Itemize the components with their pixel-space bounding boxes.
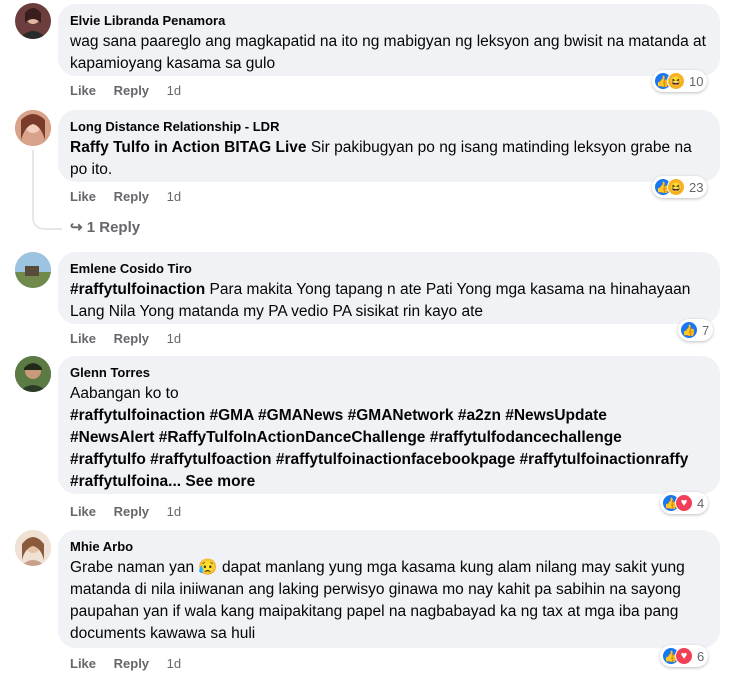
comment-actions: Like Reply 1d xyxy=(70,189,195,204)
comment-bubble: Emlene Cosido Tiro #raffytulfoinaction P… xyxy=(58,252,720,324)
comment-author[interactable]: Glenn Torres xyxy=(70,364,708,381)
comment-text: wag sana paareglo ang magkapatid na ito … xyxy=(70,33,706,72)
comment-bubble: Elvie Libranda Penamora wag sana paaregl… xyxy=(58,4,720,76)
reaction-summary[interactable]: 👍 ♥ 4 xyxy=(660,492,709,514)
comment-author[interactable]: Long Distance Relationship - LDR xyxy=(70,118,708,135)
like-button[interactable]: Like xyxy=(70,504,96,519)
comment-actions: Like Reply 1d xyxy=(70,331,195,346)
hashtag-list[interactable]: #raffytulfoinaction #GMA #GMANews #GMANe… xyxy=(70,405,690,493)
like-button[interactable]: Like xyxy=(70,656,96,671)
reaction-count: 23 xyxy=(689,179,704,195)
like-button[interactable]: Like xyxy=(70,189,96,204)
reaction-count: 7 xyxy=(702,322,710,338)
comment-author[interactable]: Emlene Cosido Tiro xyxy=(70,260,708,277)
avatar[interactable] xyxy=(15,356,51,392)
comment-text: Raffy Tulfo in Action BITAG Live Sir pak… xyxy=(70,137,710,181)
reply-arrow-icon: ↪ xyxy=(70,219,83,236)
love-icon: ♥ xyxy=(675,494,693,512)
like-icon: 👍 xyxy=(680,321,698,339)
avatar[interactable] xyxy=(15,110,51,146)
comment-text: Grabe naman yan 😥 dapat manlang yung mga… xyxy=(70,559,685,642)
avatar[interactable] xyxy=(15,252,51,288)
reaction-summary[interactable]: 👍 ♥ 6 xyxy=(660,645,709,667)
timestamp[interactable]: 1d xyxy=(167,504,181,519)
comment-bubble: Glenn Torres Aabangan ko to #raffytulfoi… xyxy=(58,356,720,494)
reply-button[interactable]: Reply xyxy=(114,656,149,671)
sad-emoji-icon: 😥 xyxy=(198,559,218,576)
comment-text: Aabangan ko to xyxy=(70,385,179,402)
reply-button[interactable]: Reply xyxy=(114,504,149,519)
timestamp[interactable]: 1d xyxy=(167,189,181,204)
avatar[interactable] xyxy=(15,530,51,566)
reaction-count: 6 xyxy=(697,648,705,664)
reply-button[interactable]: Reply xyxy=(114,189,149,204)
view-replies-link[interactable]: ↪ 1 Reply xyxy=(70,218,140,236)
reply-button[interactable]: Reply xyxy=(114,83,149,98)
reaction-count: 10 xyxy=(689,73,704,89)
comment-author[interactable]: Elvie Libranda Penamora xyxy=(70,12,708,29)
timestamp[interactable]: 1d xyxy=(167,331,181,346)
like-button[interactable]: Like xyxy=(70,83,96,98)
like-button[interactable]: Like xyxy=(70,331,96,346)
comment-author[interactable]: Mhie Arbo xyxy=(70,538,708,555)
page-mention[interactable]: Raffy Tulfo in Action BITAG Live xyxy=(70,139,307,156)
timestamp[interactable]: 1d xyxy=(167,83,181,98)
reaction-summary[interactable]: 👍 7 xyxy=(678,319,714,341)
love-icon: ♥ xyxy=(675,647,693,665)
comment-bubble: Mhie Arbo Grabe naman yan 😥 dapat manlan… xyxy=(58,530,720,648)
reaction-summary[interactable]: 👍 😆 23 xyxy=(652,176,708,198)
avatar[interactable] xyxy=(15,3,51,39)
see-more-link[interactable]: See more xyxy=(185,473,255,490)
reaction-summary[interactable]: 👍 😆 10 xyxy=(652,70,708,92)
haha-icon: 😆 xyxy=(667,72,685,90)
thread-line xyxy=(32,150,62,230)
comment-actions: Like Reply 1d xyxy=(70,656,195,671)
comment-bubble: Long Distance Relationship - LDR Raffy T… xyxy=(58,110,720,182)
reaction-count: 4 xyxy=(697,495,705,511)
reply-button[interactable]: Reply xyxy=(114,331,149,346)
hashtag[interactable]: #raffytulfoinaction xyxy=(70,281,205,298)
comment-actions: Like Reply 1d xyxy=(70,504,195,519)
comment-text: #raffytulfoinaction Para makita Yong tap… xyxy=(70,279,710,323)
haha-icon: 😆 xyxy=(667,178,685,196)
comment-actions: Like Reply 1d xyxy=(70,83,195,98)
timestamp[interactable]: 1d xyxy=(167,656,181,671)
